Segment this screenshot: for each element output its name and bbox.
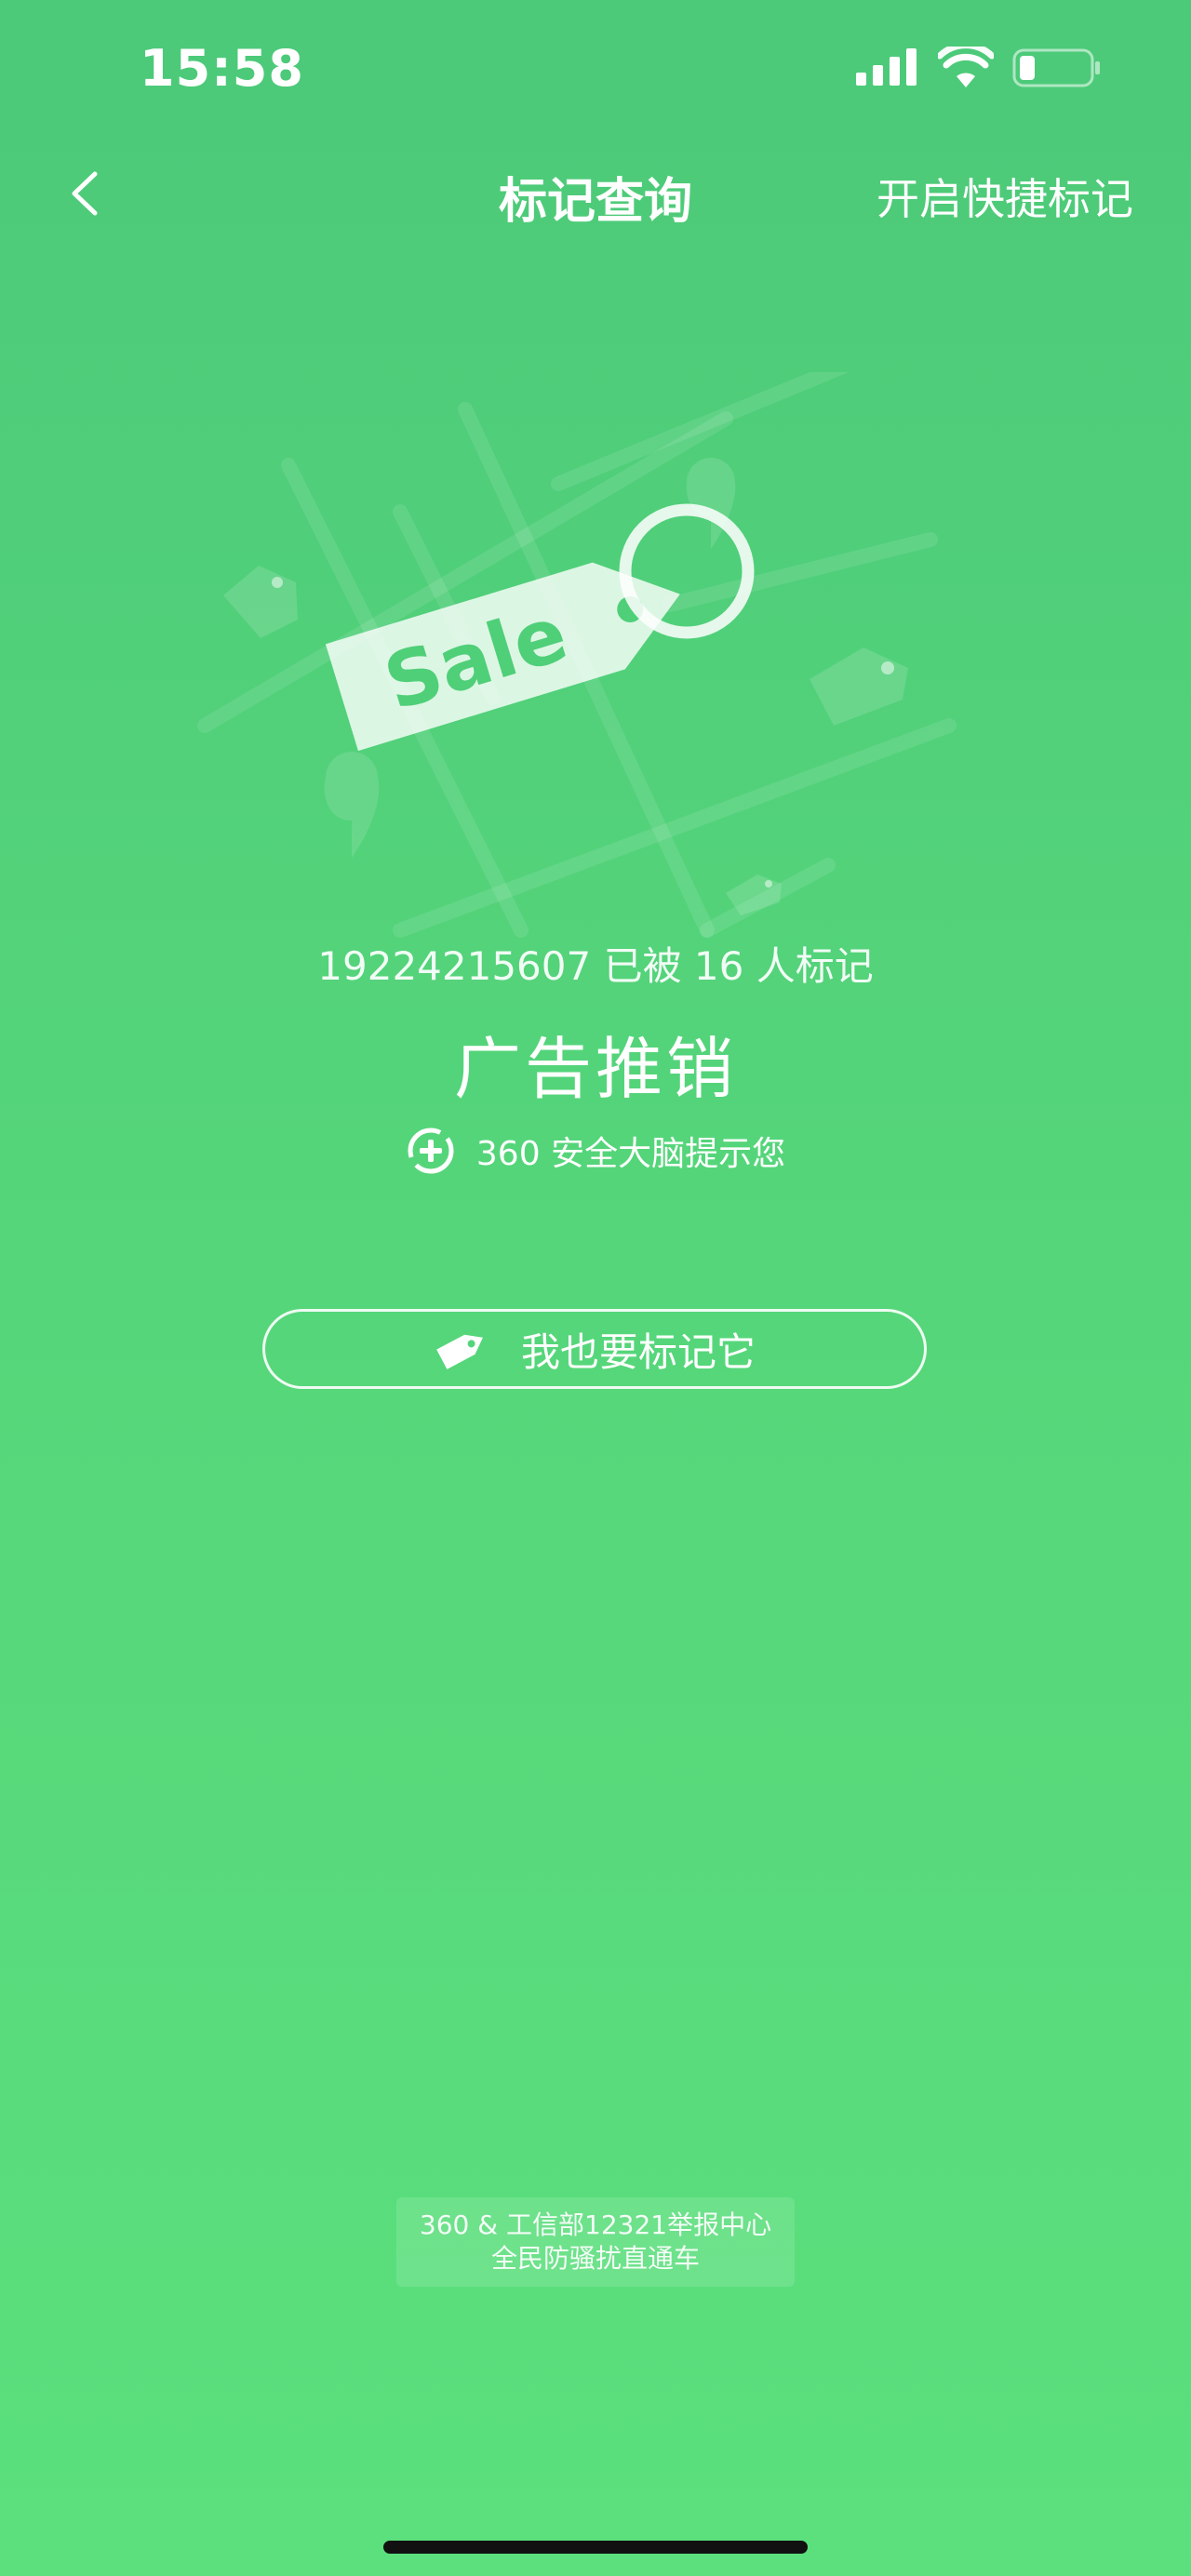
status-time: 15:58 xyxy=(140,39,304,98)
mark-category-label: 广告推销 xyxy=(453,1030,737,1108)
mark-it-button[interactable]: 我也要标记它 xyxy=(262,1309,927,1389)
status-bar: 15:58 xyxy=(0,0,1191,140)
home-indicator[interactable] xyxy=(383,2541,808,2554)
source-row: 360 安全大脑提示您 xyxy=(0,1126,1191,1176)
footer-line-1: 360 & 工信部12321举报中心 xyxy=(419,2209,772,2240)
wifi-icon xyxy=(938,47,994,87)
footer-line-2: 全民防骚扰直通车 xyxy=(490,2243,700,2274)
tag-icon xyxy=(436,1334,483,1369)
mark-it-label: 我也要标记它 xyxy=(520,1328,756,1375)
marked-count-text: 19224215607 已被 16 人标记 xyxy=(317,943,874,989)
shield-plus-icon xyxy=(408,1128,454,1174)
sale-tag-map-illustration: Sale xyxy=(197,372,957,938)
report-center-footer: 360 & 工信部12321举报中心 全民防骚扰直通车 xyxy=(396,2197,795,2287)
cellular-signal-icon xyxy=(856,48,917,86)
source-text: 360 安全大脑提示您 xyxy=(475,1135,786,1173)
navigation-bar: 标记查询 开启快捷标记 xyxy=(0,149,1191,242)
enable-quick-mark-button[interactable]: 开启快捷标记 xyxy=(877,166,1133,227)
battery-icon xyxy=(1012,48,1100,87)
